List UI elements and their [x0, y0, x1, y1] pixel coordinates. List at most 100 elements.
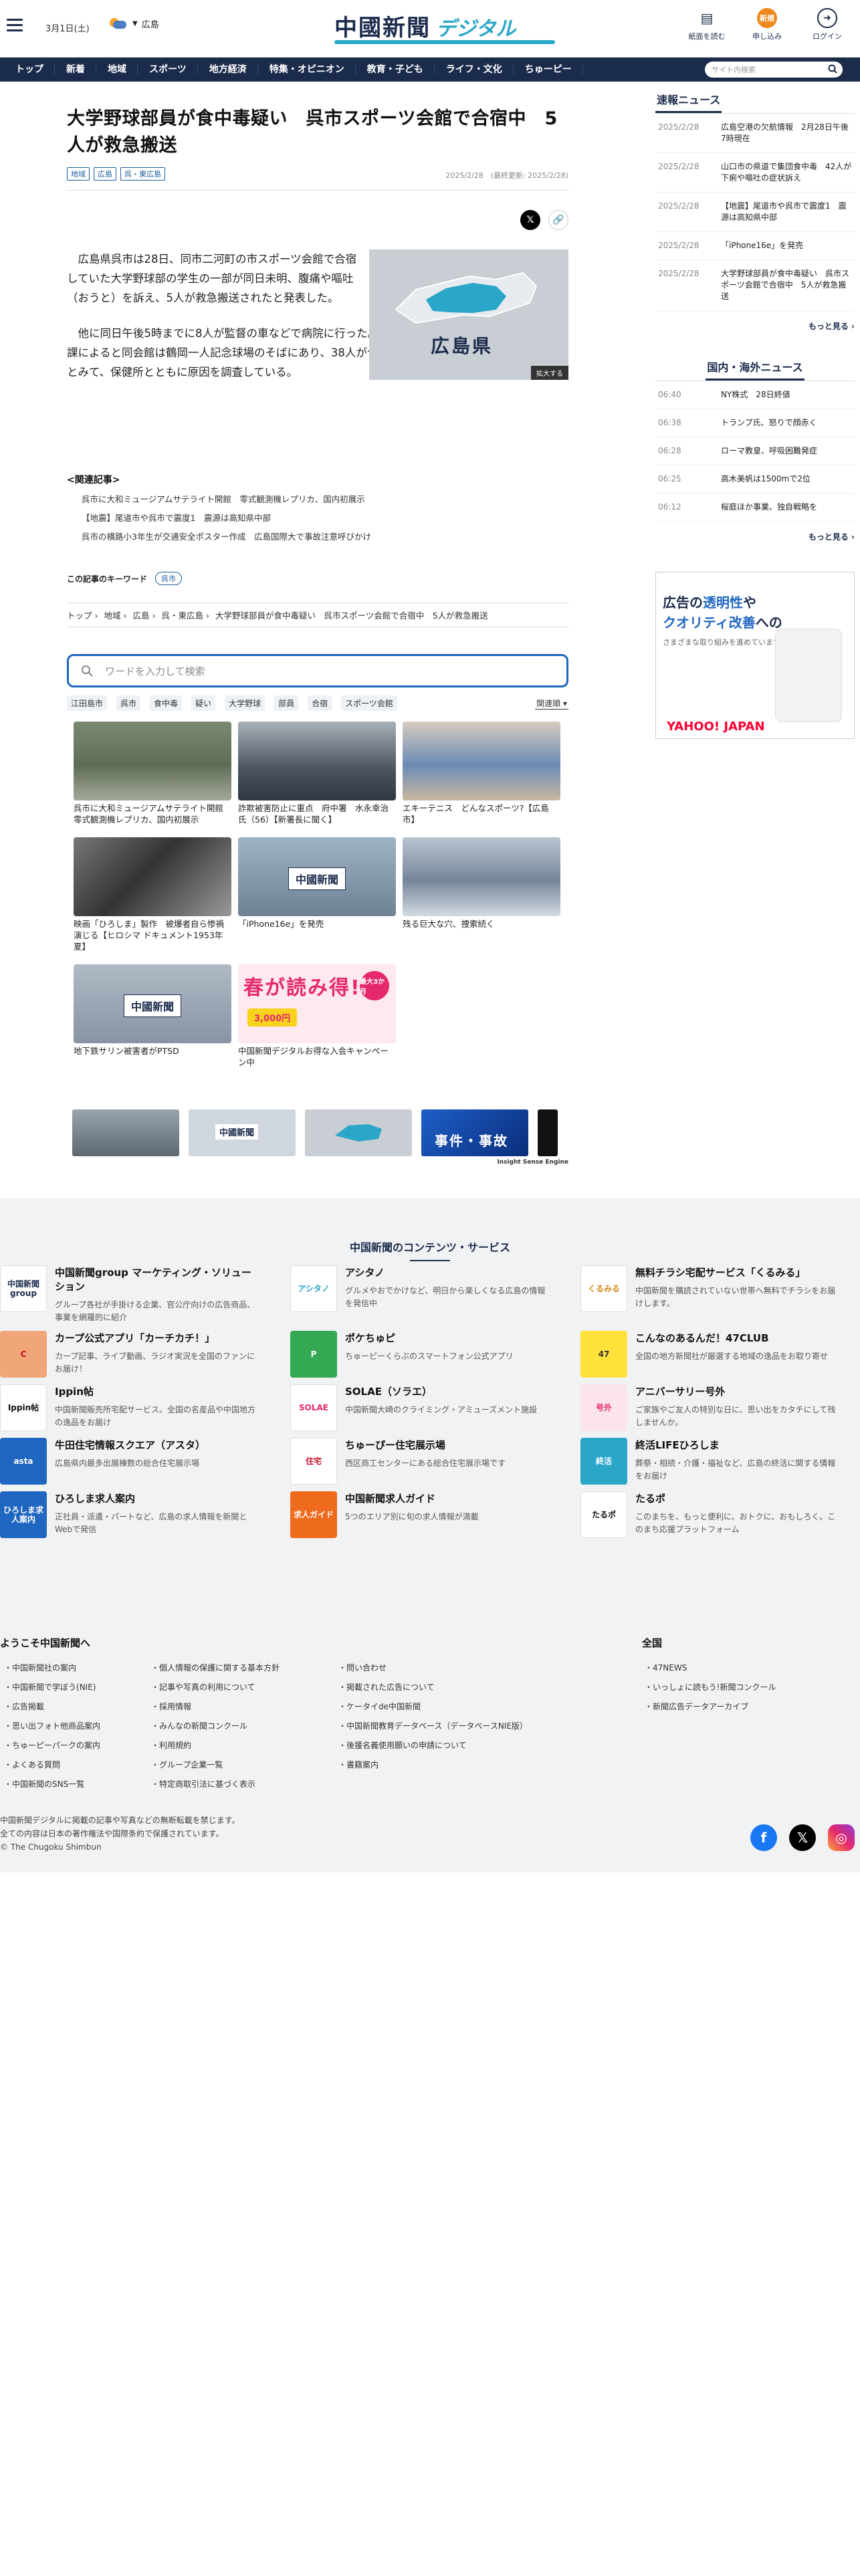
footer-link[interactable]: 中国新聞教育データベース（データベースNIE版）: [341, 1717, 528, 1736]
nav-education[interactable]: 教育・子ども: [356, 58, 435, 82]
link-copy-icon[interactable]: 🔗: [548, 210, 568, 230]
footer-link[interactable]: 中国新聞のSNS一覧: [7, 1775, 100, 1794]
x-icon[interactable]: 𝕏: [789, 1824, 816, 1851]
flash-news-item[interactable]: 2025/2/28 「iPhone16e」を発売: [655, 232, 855, 260]
footer-link[interactable]: 47NEWS: [647, 1658, 776, 1678]
site-search-input[interactable]: サイト内検索: [705, 62, 843, 78]
weather-widget[interactable]: ▼ 広島: [107, 16, 159, 31]
flash-news-item[interactable]: 2025/2/28 大学野球部員が食中毒疑い 呉市スポーツ会館で合宿中 5人が救急…: [655, 260, 855, 311]
sort-select[interactable]: 関連順 ▾: [535, 697, 568, 710]
nav-economy[interactable]: 地方経済: [198, 58, 258, 82]
subscribe-button[interactable]: 新規 申し込み: [746, 8, 788, 41]
flash-news-item[interactable]: 2025/2/28 山口市の県道で集団食中毒 42人が下痢や嘔吐の症状訴え: [655, 153, 855, 193]
footer-link[interactable]: 広告掲載: [7, 1697, 100, 1717]
footer-link[interactable]: いっしょに読もう!新聞コンクール: [647, 1678, 776, 1697]
nav-new[interactable]: 新着: [55, 58, 96, 82]
tag-region[interactable]: 地域: [67, 167, 90, 181]
service-item[interactable]: 47 こんなのあるんだ！47CLUB 全国の地方新聞社が厳選する地域の逸品をお取り寄…: [580, 1331, 841, 1378]
tag-hiroshima[interactable]: 広島: [94, 167, 116, 181]
strip-banner[interactable]: 事件・事故: [421, 1109, 528, 1156]
article-figure[interactable]: 広島県 拡大する: [369, 249, 568, 380]
promo-card[interactable]: 春が読み得! 3,000円 最大3か月 中国新聞デジタルお得な入会キャンペーン中: [238, 964, 396, 1068]
nav-region[interactable]: 地域: [96, 58, 138, 82]
footer-link[interactable]: みんなの新聞コンクール: [154, 1717, 280, 1736]
flash-more-link[interactable]: もっと見る ›: [655, 320, 855, 332]
search-tag[interactable]: 呉市: [116, 695, 141, 711]
service-item[interactable]: 住宅 ちゅーぴー住宅展示場 西区商工センターにある総合住宅展示場です: [290, 1438, 551, 1485]
nav-top[interactable]: トップ: [4, 58, 55, 82]
news-card[interactable]: 詐欺被害防止に重点 府中署 水永幸治氏（56）【新署長に聞く】: [238, 722, 396, 825]
footer-link[interactable]: 利用規約: [154, 1736, 280, 1755]
footer-link[interactable]: 中国新聞で学ぼう(NIE): [7, 1678, 100, 1697]
zoom-button[interactable]: 拡大する: [531, 366, 568, 380]
news-card[interactable]: 呉市に大和ミュージアムサテライト開館 零式観測機レプリカ、国内初展示: [74, 722, 231, 825]
related-search-input[interactable]: ワードを入力して検索: [67, 654, 568, 687]
service-item[interactable]: くるみる 無料チラシ宅配サービス「くるみる」 中国新聞を購読されていない世帯へ無料で…: [580, 1265, 841, 1312]
nav-opinion[interactable]: 特集・オピニオン: [258, 58, 356, 82]
read-paper-button[interactable]: ▤ 紙面を読む: [686, 8, 728, 41]
strip-thumb[interactable]: [305, 1109, 412, 1156]
footer-link[interactable]: 記事や写真の利用について: [154, 1678, 280, 1697]
search-tag[interactable]: 大学野球: [225, 695, 265, 711]
site-logo[interactable]: 中國新聞 デジタル: [334, 9, 555, 44]
service-item[interactable]: アシタノ アシタノ グルメやおでかけなど、明日から楽しくなる広島の情報を発信中: [290, 1265, 551, 1312]
world-news-item[interactable]: 06:12 桜庭ほか事業、独自戦略を: [655, 494, 855, 522]
service-item[interactable]: SOLAE SOLAE（ソラエ） 中国新聞大崎のクライミング・アミューズメント施設: [290, 1384, 551, 1431]
strip-thumb[interactable]: [538, 1109, 558, 1156]
world-news-item[interactable]: 06:25 高木美帆は1500mで2位: [655, 465, 855, 494]
strip-thumb[interactable]: [72, 1109, 179, 1156]
search-tag[interactable]: 合宿: [308, 695, 332, 711]
footer-link[interactable]: ケータイde中国新聞: [341, 1697, 528, 1717]
search-tag[interactable]: 江田島市: [67, 695, 108, 711]
strip-thumb[interactable]: 中國新聞: [189, 1109, 296, 1156]
footer-link[interactable]: ちゅーピーパークの案内: [7, 1736, 100, 1755]
sidebar-ad[interactable]: 広告の透明性や クオリティ改善への さまざまな取り組みを進めています。 YAHOO…: [655, 572, 855, 739]
world-news-item[interactable]: 06:40 NY株式 28日終値: [655, 381, 855, 409]
service-item[interactable]: 中国新聞group 中国新聞group マーケティング・ソリューション グループ各社…: [0, 1265, 261, 1324]
breadcrumb-kure[interactable]: 呉・東広島: [161, 611, 203, 621]
world-news-item[interactable]: 06:28 ローマ教皇、呼吸困難発症: [655, 437, 855, 465]
service-item[interactable]: Ippin帖 Ippin帖 中国新聞販売所宅配サービス。全国の名産品や中国地方の逸品…: [0, 1384, 261, 1431]
news-card[interactable]: エキーテニス どんなスポーツ?【広島市】: [403, 722, 560, 825]
service-item[interactable]: 求人ガイド 中国新聞求人ガイド 5つのエリア別に旬の求人情報が満載: [290, 1491, 551, 1538]
related-item[interactable]: 呉市に大和ミュージアムサテライト開館 零式観測機レプリカ、国内初展示: [67, 492, 568, 505]
footer-link[interactable]: 後援名義使用願いの申請について: [341, 1736, 528, 1755]
service-item[interactable]: asta 牛田住宅情報スクエア（アスタ） 広島県内最多出展棟数の総合住宅展示場: [0, 1438, 261, 1485]
breadcrumb-region[interactable]: 地域: [104, 611, 120, 621]
news-card[interactable]: 残る巨大な穴、捜索続く: [403, 837, 560, 952]
news-card[interactable]: 中國新聞 「iPhone16e」を発売: [238, 837, 396, 952]
footer-link[interactable]: 思い出フォト他商品案内: [7, 1717, 100, 1736]
footer-link[interactable]: 新聞広告データアーカイブ: [647, 1697, 776, 1717]
footer-link[interactable]: 特定商取引法に基づく表示: [154, 1775, 280, 1794]
world-more-link[interactable]: もっと見る ›: [655, 531, 855, 542]
instagram-icon[interactable]: ◎: [828, 1824, 855, 1851]
login-button[interactable]: ➜ ログイン: [807, 8, 848, 41]
footer-link[interactable]: 問い合わせ: [341, 1658, 528, 1678]
nav-chupy[interactable]: ちゅーピー: [514, 58, 583, 82]
service-item[interactable]: 終活 終活LIFEひろしま 葬祭・相続・介護・福祉など、広島の終活に関する情報をお届…: [580, 1438, 841, 1485]
search-icon[interactable]: [828, 64, 837, 74]
footer-link[interactable]: 書籍案内: [341, 1755, 528, 1775]
search-tag[interactable]: 部員: [274, 695, 299, 711]
footer-link[interactable]: 個人情報の保護に関する基本方針: [154, 1658, 280, 1678]
footer-link[interactable]: 中国新聞社の案内: [7, 1658, 100, 1678]
service-item[interactable]: ひろしま求人案内 ひろしま求人案内 正社員・派遣・パートなど、広島の求人情報を新聞と…: [0, 1491, 261, 1538]
news-card[interactable]: 映画「ひろしま」製作 被爆者自ら惨禍演じる【ヒロシマ ドキュメント1953年夏】: [74, 837, 231, 952]
world-news-item[interactable]: 06:38 トランプ氏、怒りで顔赤く: [655, 409, 855, 437]
footer-link[interactable]: よくある質問: [7, 1755, 100, 1775]
breadcrumb-top[interactable]: トップ: [67, 611, 92, 621]
search-tag[interactable]: スポーツ会館: [341, 695, 397, 711]
search-tag[interactable]: 食中毒: [150, 695, 183, 711]
keyword-tag[interactable]: 呉市: [155, 572, 183, 585]
footer-link[interactable]: 掲載された広告について: [341, 1678, 528, 1697]
facebook-icon[interactable]: f: [750, 1824, 777, 1851]
x-share-icon[interactable]: 𝕏: [520, 210, 540, 230]
news-card[interactable]: 中國新聞 地下鉄サリン被害者がPTSD: [74, 964, 231, 1068]
service-item[interactable]: 号外 アニバーサリー号外 ご家族やご友人の特別な日に、思い出をカタチにして残しません…: [580, 1384, 841, 1431]
search-tag[interactable]: 疑い: [191, 695, 216, 711]
service-item[interactable]: C カープ公式アプリ「カーチカチ！」 カープ記事、ライブ動画、ラジオ実況を全国のファ…: [0, 1331, 261, 1378]
footer-link[interactable]: 採用情報: [154, 1697, 280, 1717]
service-item[interactable]: P ポケちゅピ ちゅーピーくらぶのスマートフォン公式アプリ: [290, 1331, 551, 1378]
tag-kure[interactable]: 呉・東広島: [120, 167, 165, 181]
footer-link[interactable]: グループ企業一覧: [154, 1755, 280, 1775]
